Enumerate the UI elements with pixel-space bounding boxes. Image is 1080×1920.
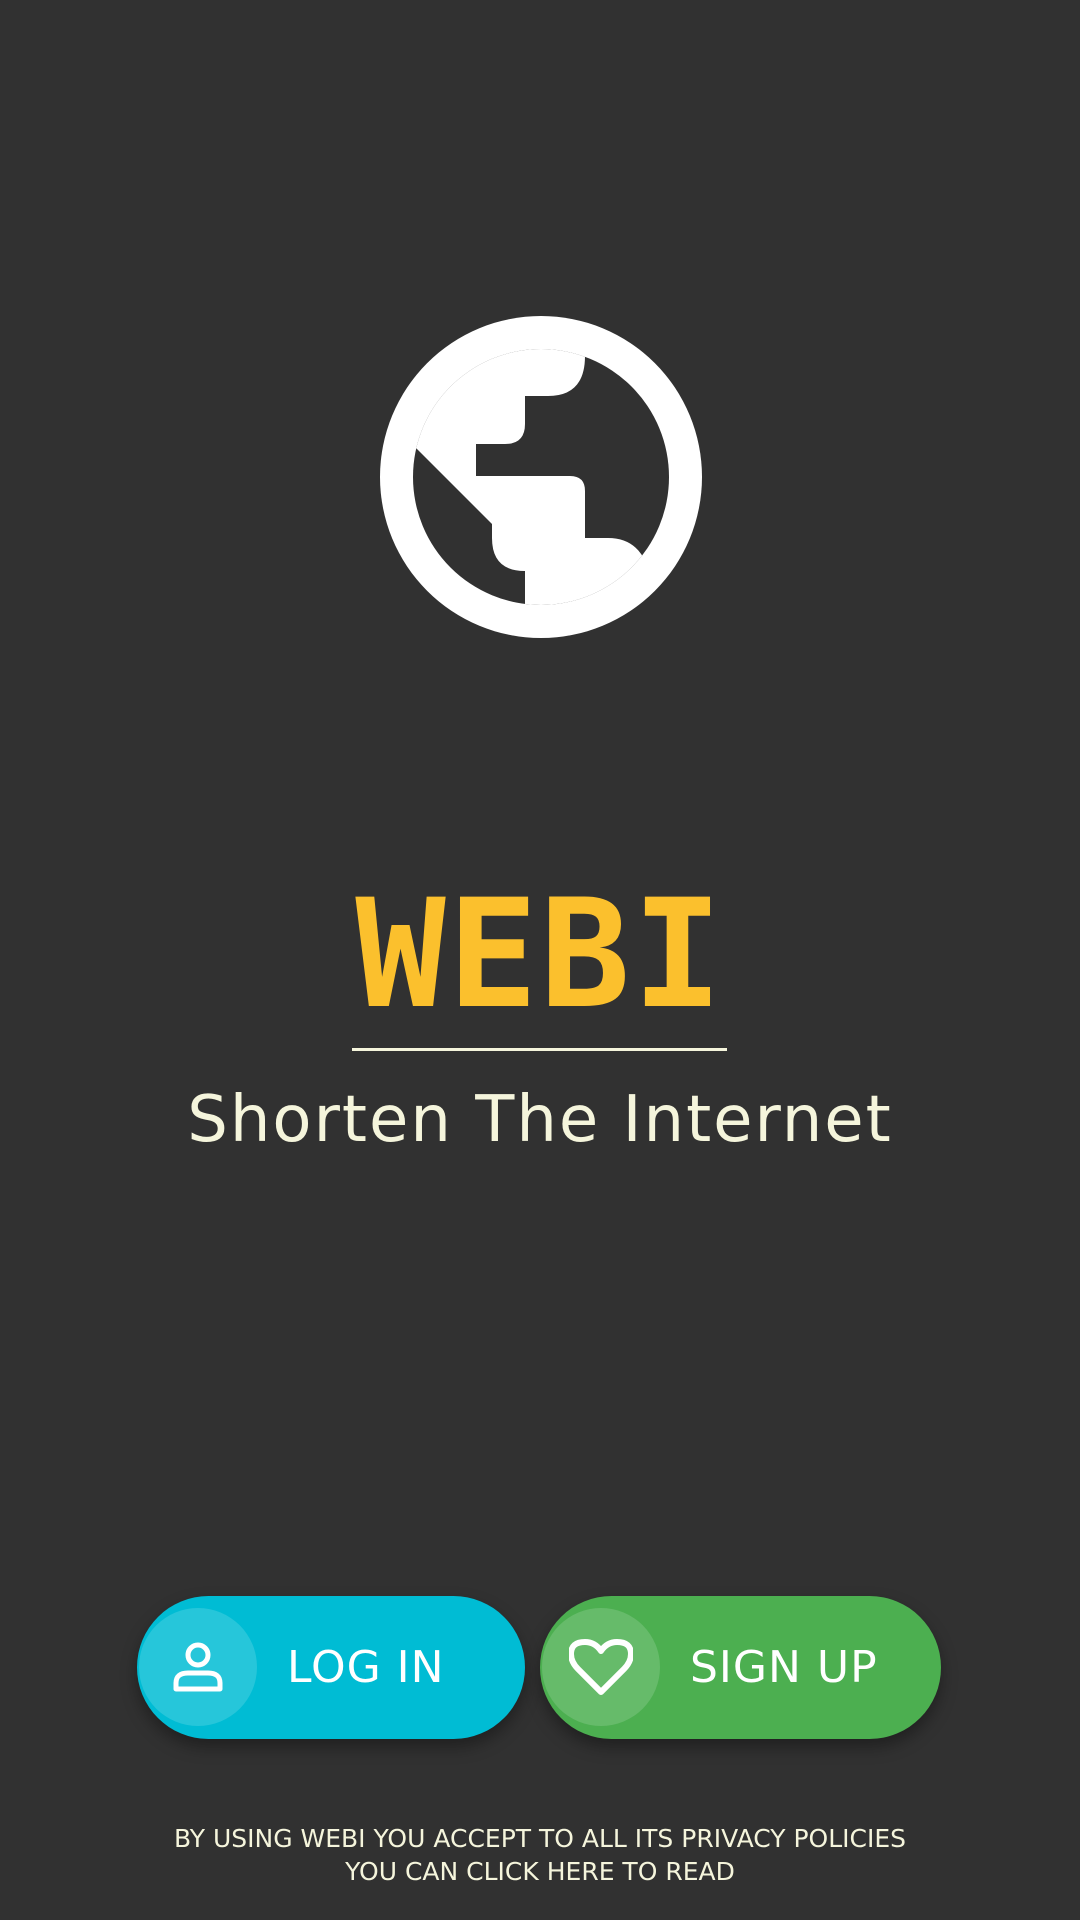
- globe-icon: [380, 316, 702, 638]
- login-icon-badge: [139, 1608, 257, 1726]
- brand-logo: WEBI: [355, 868, 725, 1042]
- person-icon: [173, 1642, 223, 1692]
- login-label: LOG IN: [287, 1642, 445, 1693]
- signup-icon-badge: [542, 1608, 660, 1726]
- login-button[interactable]: LOG IN: [137, 1596, 525, 1739]
- divider: [352, 1048, 727, 1051]
- privacy-link[interactable]: YOU CAN CLICK HERE TO READ: [0, 1855, 1080, 1888]
- signup-label: SIGN UP: [690, 1642, 878, 1693]
- heart-icon: [569, 1639, 633, 1695]
- tagline: Shorten The Internet: [187, 1083, 893, 1157]
- signup-button[interactable]: SIGN UP: [540, 1596, 941, 1739]
- privacy-notice: BY USING WEBI YOU ACCEPT TO ALL ITS PRIV…: [173, 1824, 907, 1853]
- privacy-footer: BY USING WEBI YOU ACCEPT TO ALL ITS PRIV…: [0, 1822, 1080, 1888]
